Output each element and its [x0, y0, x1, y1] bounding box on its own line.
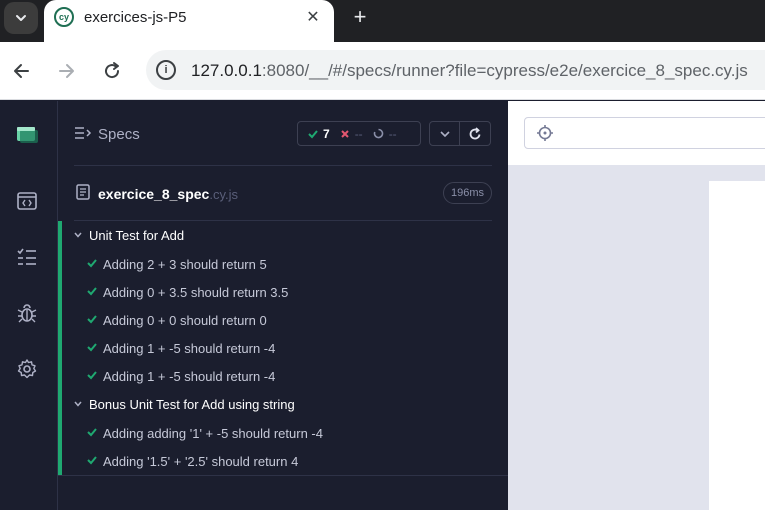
chevron-down-icon — [74, 232, 82, 238]
failed-count: -- — [354, 126, 363, 141]
aut-url-field[interactable] — [565, 117, 765, 149]
duration-badge: 196ms — [443, 182, 492, 204]
debug-bug-icon[interactable] — [14, 300, 40, 326]
test-row[interactable]: Adding 1 + -5 should return -4 — [62, 334, 508, 362]
check-icon — [87, 259, 97, 268]
test-list: Unit Test for Add Adding 2 + 3 should re… — [58, 221, 508, 475]
chevron-down-icon — [74, 401, 82, 407]
check-icon — [87, 343, 97, 352]
app-under-test-panel — [508, 101, 765, 510]
close-icon: ✕ — [306, 9, 320, 26]
new-tab-button[interactable]: + — [348, 4, 372, 29]
passed-count: 7 — [323, 126, 330, 141]
reload-icon — [105, 62, 120, 79]
passed-stat: 7 — [308, 127, 330, 141]
address-bar[interactable]: i 127.0.0.1:8080/__/#/specs/runner?file=… — [146, 50, 765, 90]
pending-circle-icon — [373, 128, 383, 139]
reload-button[interactable] — [99, 58, 125, 84]
cypress-logo-icon[interactable] — [14, 121, 40, 147]
check-icon — [87, 315, 97, 324]
check-icon — [308, 129, 318, 138]
pending-count: -- — [388, 126, 397, 141]
chevron-down-icon — [16, 15, 26, 21]
tab-title: exercices-js-P5 — [84, 9, 187, 26]
rerun-button[interactable] — [460, 121, 491, 146]
check-icon — [87, 456, 97, 465]
document-icon — [76, 184, 90, 200]
tab-search-button[interactable] — [4, 2, 38, 34]
suite-title: Bonus Unit Test for Add using string — [89, 396, 295, 412]
collapse-all-button[interactable] — [429, 121, 460, 146]
spec-file-extension: .cy.js — [209, 187, 238, 202]
cypress-favicon-icon: cy — [54, 7, 74, 27]
rerun-icon — [469, 126, 481, 139]
suite-title: Unit Test for Add — [89, 227, 185, 243]
test-title: Adding 0 + 3.5 should return 3.5 — [103, 285, 289, 300]
tab-close-button[interactable]: ✕ — [302, 6, 324, 28]
browser-toolbar: i 127.0.0.1:8080/__/#/specs/runner?file=… — [0, 42, 765, 100]
plus-icon: + — [353, 4, 367, 29]
test-row[interactable]: Adding '1.5' + '2.5' should return 4 — [62, 447, 508, 475]
test-row[interactable]: Adding 2 + 3 should return 5 — [62, 250, 508, 278]
test-row[interactable]: Adding 0 + 3.5 should return 3.5 — [62, 278, 508, 306]
forward-button[interactable] — [53, 58, 79, 84]
aut-viewport[interactable] — [709, 181, 765, 510]
spec-file-header: exercice_8_spec.cy.js 196ms — [58, 171, 508, 221]
check-icon — [87, 287, 97, 296]
test-row[interactable]: Adding 1 + -5 should return -4 — [62, 362, 508, 390]
test-row[interactable]: Adding adding '1' + -5 should return -4 — [62, 419, 508, 447]
header-divider — [74, 165, 492, 166]
check-icon — [87, 371, 97, 380]
test-title: Adding 0 + 0 should return 0 — [103, 313, 267, 328]
test-row[interactable]: Adding 0 + 0 should return 0 — [62, 306, 508, 334]
specs-list-icon[interactable] — [14, 244, 40, 270]
command-log-reporter: Specs 7 -- -- exercice_8_spec.cy.js 196m… — [58, 101, 508, 510]
suite-row[interactable]: Bonus Unit Test for Add using string — [62, 390, 508, 418]
url-path: :8080/__/#/specs/runner?file=cypress/e2e… — [261, 61, 748, 80]
x-icon — [340, 129, 349, 138]
test-title: Adding 2 + 3 should return 5 — [103, 257, 267, 272]
reporter-header: Specs 7 -- -- — [58, 101, 508, 166]
test-title: Adding 1 + -5 should return -4 — [103, 341, 276, 356]
selector-playground-button[interactable] — [524, 117, 566, 149]
runs-icon[interactable] — [14, 188, 40, 214]
url-host: 127.0.0.1 — [191, 61, 262, 80]
crosshair-icon — [537, 125, 553, 141]
cypress-sidebar — [0, 101, 58, 510]
browser-tabstrip: cy exercices-js-P5 ✕ + — [0, 0, 765, 42]
back-button[interactable] — [9, 58, 35, 84]
chevron-down-icon — [439, 130, 450, 137]
spec-file-name: exercice_8_spec.cy.js — [98, 186, 238, 202]
site-info-icon[interactable]: i — [156, 60, 176, 80]
cypress-app: Specs 7 -- -- exercice_8_spec.cy.js 196m… — [0, 101, 765, 510]
test-stats: 7 -- -- — [297, 121, 421, 146]
settings-gear-icon[interactable] — [14, 356, 40, 382]
test-title: Adding 1 + -5 should return -4 — [103, 369, 276, 384]
aut-header — [508, 101, 765, 165]
arrow-left-icon — [14, 64, 29, 78]
test-title: Adding '1.5' + '2.5' should return 4 — [103, 454, 299, 469]
failed-stat: -- — [340, 127, 363, 141]
url-text[interactable]: 127.0.0.1:8080/__/#/specs/runner?file=cy… — [191, 61, 748, 81]
check-icon — [87, 428, 97, 437]
toggle-specs-icon[interactable] — [74, 125, 92, 141]
pending-stat: -- — [373, 127, 397, 141]
browser-tab-active[interactable]: cy exercices-js-P5 ✕ — [44, 0, 334, 42]
test-title: Adding adding '1' + -5 should return -4 — [103, 426, 323, 441]
specs-toggle-label[interactable]: Specs — [98, 126, 140, 143]
suite-row[interactable]: Unit Test for Add — [62, 221, 508, 249]
spec-file-basename: exercice_8_spec — [98, 186, 210, 202]
arrow-right-icon — [59, 64, 74, 78]
test-list-divider — [58, 475, 508, 476]
